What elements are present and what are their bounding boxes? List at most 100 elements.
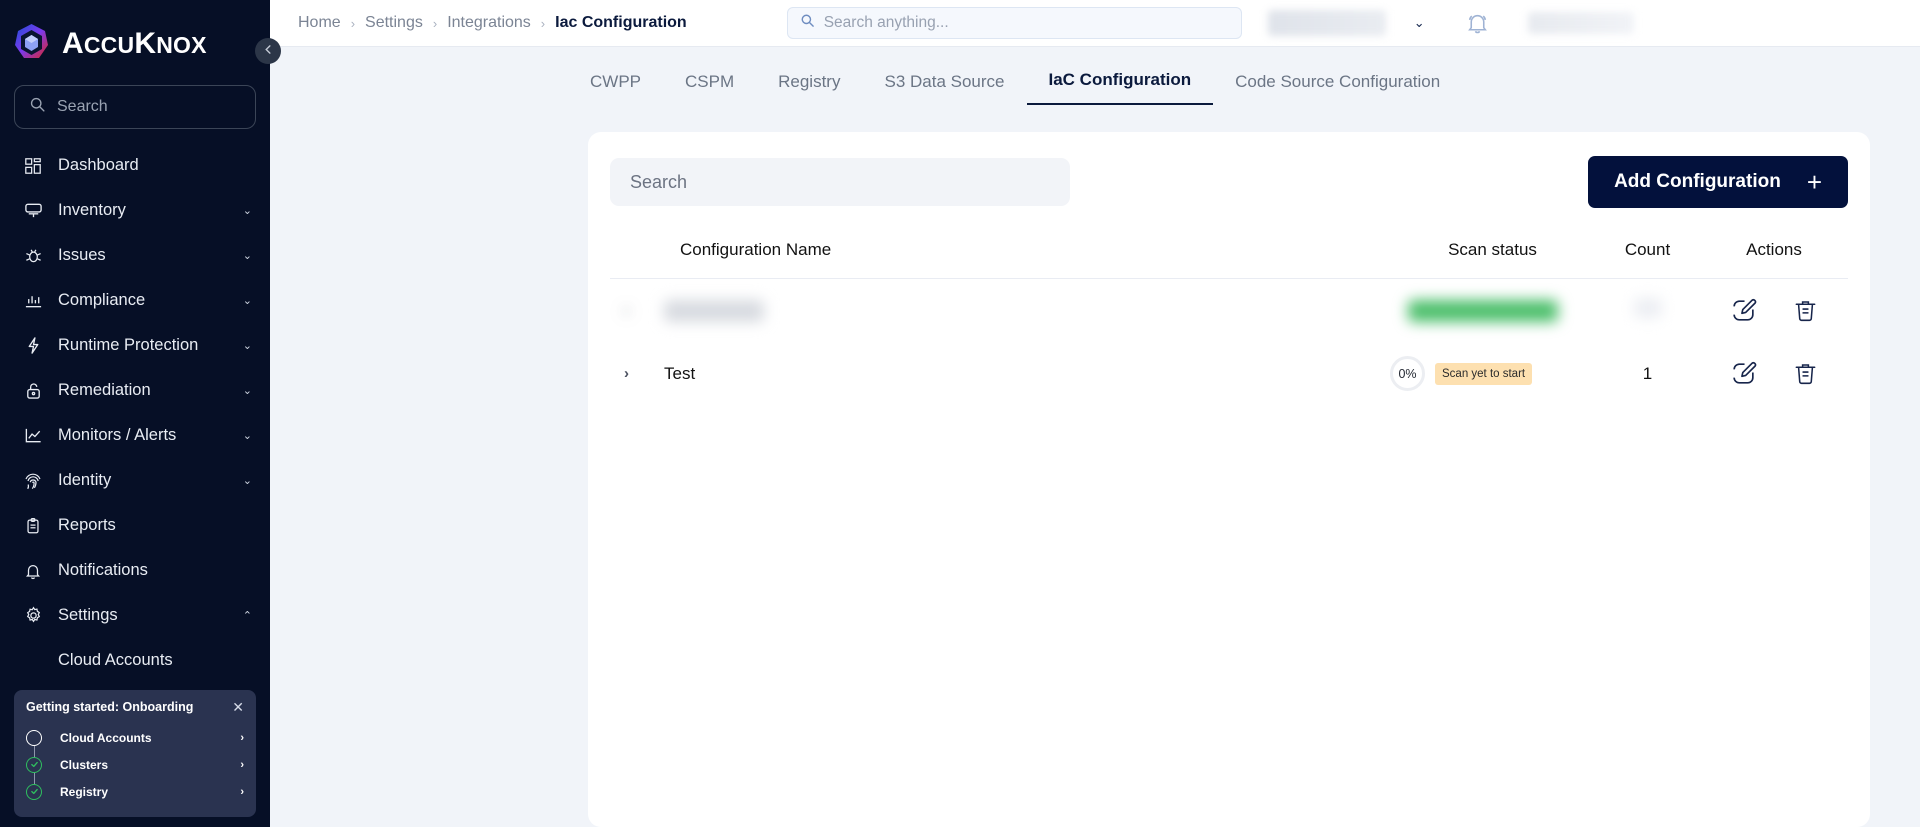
trash-icon[interactable] [1793, 361, 1818, 386]
configuration-card: Search Add Configuration + Configuration… [588, 132, 1870, 827]
table-row[interactable]: › [610, 279, 1848, 342]
onboarding-step-registry[interactable]: Registry › [26, 778, 244, 805]
sidebar-search-input[interactable]: Search [14, 85, 256, 129]
sidebar-collapse-button[interactable] [255, 38, 281, 64]
tab-cwpp[interactable]: CWPP [568, 72, 663, 105]
add-configuration-button[interactable]: Add Configuration + [1588, 156, 1848, 208]
step-check-icon [26, 756, 42, 773]
sidebar-item-label: Issues [58, 246, 106, 264]
tab-s3-data-source[interactable]: S3 Data Source [862, 72, 1026, 105]
sidebar-item-label: Monitors / Alerts [58, 426, 177, 444]
table-search-input[interactable]: Search [610, 158, 1070, 206]
app-root: ACCUKNOX Search Dashboard Inventory ⌄ Is… [0, 0, 1920, 827]
row-status-redacted [1408, 299, 1558, 322]
step-circle-empty-icon [26, 729, 42, 746]
onboarding-title: Getting started: Onboarding [26, 700, 194, 714]
add-configuration-label: Add Configuration [1614, 171, 1781, 192]
onboarding-step-clusters[interactable]: Clusters › [26, 751, 244, 778]
sidebar-item-monitors-alerts[interactable]: Monitors / Alerts ⌄ [0, 413, 270, 458]
row-count-cell: 1 [1642, 363, 1653, 383]
sidebar-item-dashboard[interactable]: Dashboard [0, 143, 270, 188]
sidebar-item-settings[interactable]: Settings ⌃ [0, 593, 270, 638]
sidebar-item-label: Identity [58, 471, 112, 489]
chevron-right-icon[interactable]: › [240, 786, 244, 798]
expand-row-chevron-icon[interactable]: › [624, 365, 664, 382]
chevron-down-icon[interactable]: ⌄ [243, 249, 252, 262]
topbar: Home › Settings › Integrations › Iac Con… [270, 0, 1920, 47]
onboarding-step-label: Clusters [60, 757, 109, 772]
monitor-icon [22, 201, 44, 220]
chevron-down-icon[interactable]: ⌄ [243, 429, 252, 442]
sidebar-item-label: Dashboard [58, 156, 139, 174]
column-header-count: Count [1624, 240, 1671, 259]
expand-row-chevron-icon[interactable]: › [624, 302, 664, 319]
card-toolbar: Search Add Configuration + [610, 156, 1848, 208]
edit-pencil-icon[interactable] [1730, 360, 1757, 387]
breadcrumb-item-iac-configuration: Iac Configuration [555, 14, 687, 31]
breadcrumb: Home › Settings › Integrations › Iac Con… [298, 14, 687, 32]
chevron-up-icon[interactable]: ⌃ [243, 609, 252, 622]
chevron-down-icon[interactable]: ⌄ [243, 294, 252, 307]
sidebar-item-reports[interactable]: Reports [0, 503, 270, 548]
row-status-cell [1390, 299, 1595, 322]
chevron-down-icon[interactable]: ⌄ [243, 339, 252, 352]
sidebar-item-notifications[interactable]: Notifications [0, 548, 270, 593]
tab-cspm[interactable]: CSPM [663, 72, 756, 105]
clipboard-icon [22, 517, 44, 535]
user-menu-redacted[interactable] [1527, 12, 1634, 34]
integration-tabs: CWPP CSPM Registry S3 Data Source IaC Co… [270, 47, 1920, 105]
brand-logo-block[interactable]: ACCUKNOX [0, 0, 270, 77]
breadcrumb-item-integrations[interactable]: Integrations [447, 14, 531, 32]
onboarding-step-cloud-accounts[interactable]: Cloud Accounts › [26, 724, 244, 751]
status-badge: Scan yet to start [1435, 362, 1533, 385]
sidebar-item-compliance[interactable]: Compliance ⌄ [0, 278, 270, 323]
row-name-redacted [664, 299, 764, 322]
sidebar-item-runtime-protection[interactable]: Runtime Protection ⌄ [0, 323, 270, 368]
chevron-right-icon: › [350, 15, 356, 31]
tab-registry[interactable]: Registry [756, 72, 862, 105]
chevron-down-icon[interactable]: ⌄ [243, 474, 252, 487]
sidebar-item-identity[interactable]: Identity ⌄ [0, 458, 270, 503]
chevron-right-icon[interactable]: › [240, 759, 244, 771]
chevron-left-icon [263, 44, 274, 58]
trash-icon[interactable] [1793, 298, 1818, 323]
accuknox-logo-icon [10, 22, 53, 65]
unlock-icon [22, 381, 44, 400]
row-name-cell: › [610, 299, 1390, 322]
table-search-placeholder: Search [630, 171, 688, 192]
sidebar-item-label: Compliance [58, 291, 146, 309]
column-header-actions: Actions [1746, 240, 1802, 259]
onboarding-step-label: Registry [60, 784, 109, 799]
row-actions-cell [1700, 360, 1848, 387]
close-icon[interactable]: ✕ [232, 700, 244, 714]
sidebar-item-issues[interactable]: Issues ⌄ [0, 233, 270, 278]
breadcrumb-item-home[interactable]: Home [298, 14, 341, 32]
global-search-input[interactable]: Search anything... [786, 7, 1242, 39]
sidebar-item-label: Notifications [58, 561, 148, 579]
onboarding-panel: Getting started: Onboarding ✕ Cloud Acco… [14, 690, 256, 817]
fingerprint-icon [22, 471, 44, 491]
bell-icon [22, 562, 44, 580]
line-chart-icon [22, 426, 44, 445]
edit-pencil-icon[interactable] [1730, 297, 1757, 324]
brand-name: ACCUKNOX [62, 26, 207, 60]
sidebar-item-cloud-accounts[interactable]: Cloud Accounts [0, 638, 270, 682]
sidebar-item-remediation[interactable]: Remediation ⌄ [0, 368, 270, 413]
tab-iac-configuration[interactable]: IaC Configuration [1026, 70, 1214, 105]
sidebar-item-label: Inventory [58, 201, 126, 219]
scan-progress-ring: 0% [1390, 356, 1425, 391]
sidebar-item-inventory[interactable]: Inventory ⌄ [0, 188, 270, 233]
notifications-bell-icon[interactable] [1465, 11, 1490, 36]
tenant-selector-redacted[interactable] [1267, 10, 1386, 36]
chevron-down-icon[interactable]: ⌄ [1414, 15, 1425, 31]
chevron-down-icon[interactable]: ⌄ [243, 204, 252, 217]
breadcrumb-item-settings[interactable]: Settings [365, 14, 423, 32]
global-search-placeholder: Search anything... [823, 14, 949, 31]
bug-icon [22, 246, 44, 265]
chevron-right-icon[interactable]: › [240, 732, 244, 744]
sidebar-search-placeholder: Search [57, 98, 108, 115]
table-row[interactable]: › Test 0% Scan yet to start 1 [610, 342, 1848, 405]
chevron-down-icon[interactable]: ⌄ [243, 384, 252, 397]
tab-code-source-configuration[interactable]: Code Source Configuration [1213, 72, 1462, 105]
column-header-configuration-name: Configuration Name [680, 240, 832, 259]
